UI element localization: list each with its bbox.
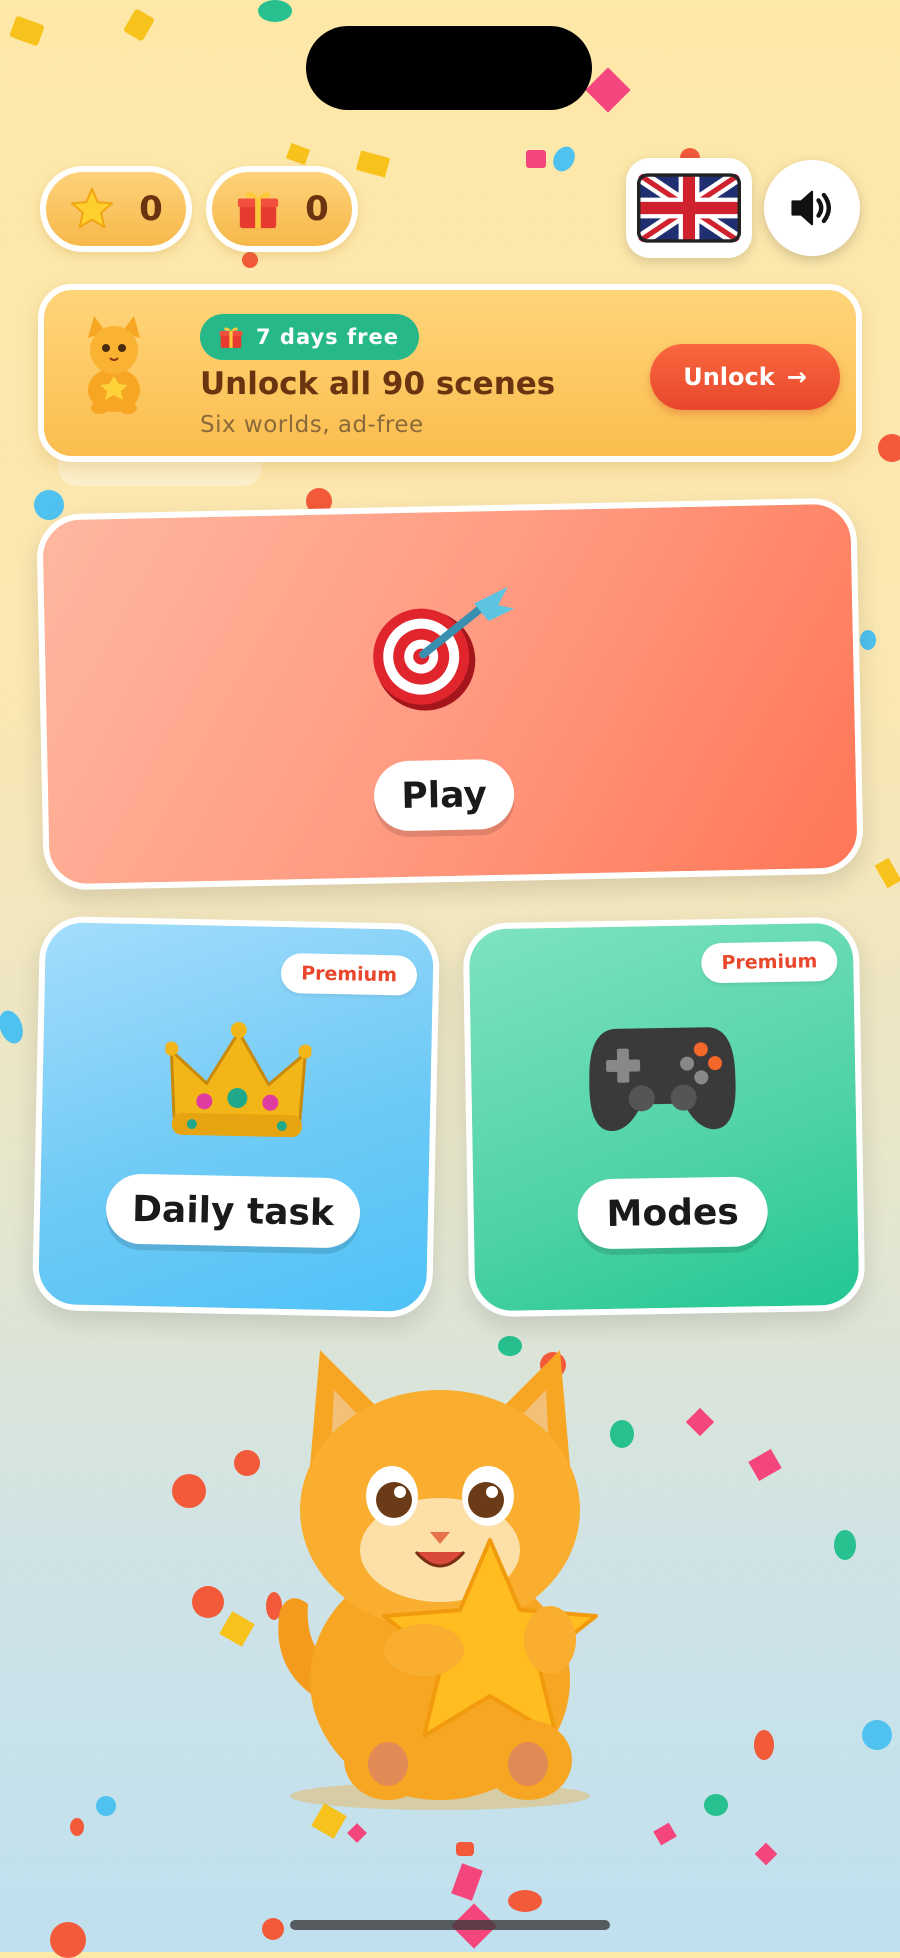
daily-task-button[interactable]: Daily task [105, 1173, 361, 1249]
promo-subtitle: Six worlds, ad-free [200, 412, 424, 438]
gift-icon [238, 192, 279, 229]
star-icon [71, 187, 114, 229]
arrow-right-icon: → [786, 363, 807, 391]
gifts-counter[interactable]: 0 [206, 166, 358, 252]
cat-mascot-icon [88, 316, 140, 414]
free-trial-badge: 7 days free [200, 314, 419, 360]
play-card[interactable]: Play [36, 497, 864, 891]
stars-count: 0 [139, 189, 163, 229]
gamepad-icon [589, 1027, 736, 1131]
promo-banner[interactable]: 7 days free Unlock all 90 scenes Six wor… [38, 284, 862, 462]
gift-icon [219, 327, 243, 348]
play-button[interactable]: Play [373, 758, 515, 832]
cat-holding-star-icon [278, 1350, 598, 1810]
free-trial-text: 7 days free [256, 325, 399, 349]
unlock-button[interactable]: Unlock → [650, 344, 840, 410]
modes-card[interactable]: Premium Modes [462, 916, 866, 1318]
play-label: Play [400, 773, 488, 817]
speaker-icon [791, 190, 831, 226]
camera-notch [306, 26, 592, 110]
daily-task-card[interactable]: Premium Daily task [31, 915, 441, 1319]
crown-icon [164, 1022, 313, 1138]
unlock-label: Unlock [683, 363, 775, 391]
gifts-count: 0 [305, 189, 329, 229]
dart-target-icon [373, 586, 515, 711]
stars-counter[interactable]: 0 [40, 166, 192, 252]
promo-title: Unlock all 90 scenes [200, 366, 556, 402]
daily-task-label: Daily task [131, 1188, 335, 1234]
premium-badge: Premium [280, 952, 418, 996]
modes-label: Modes [606, 1191, 740, 1235]
language-button[interactable] [626, 158, 752, 258]
uk-flag-icon [637, 173, 741, 243]
sound-toggle-button[interactable] [764, 160, 860, 256]
modes-button[interactable]: Modes [577, 1176, 769, 1250]
home-indicator[interactable] [290, 1920, 610, 1930]
premium-badge: Premium [701, 940, 838, 984]
